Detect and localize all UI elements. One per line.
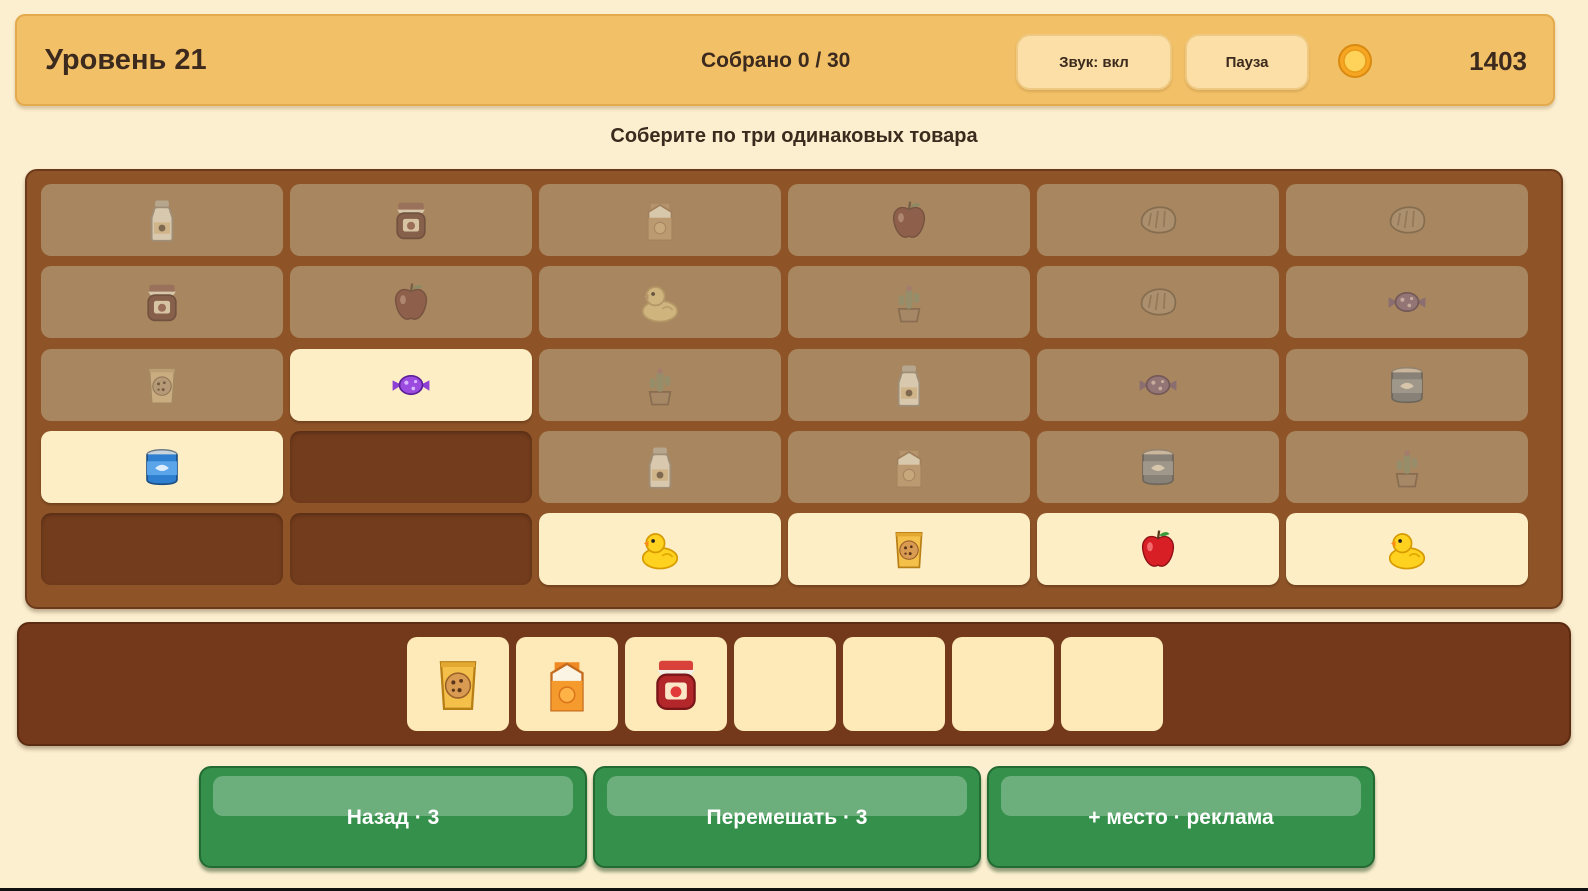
board-tile-jam-jar — [290, 184, 532, 256]
sound-toggle-button[interactable]: Звук: вкл — [1016, 34, 1172, 90]
board-tile-bread — [1037, 266, 1279, 338]
coin-icon — [1338, 44, 1372, 78]
board-tile-juice-carton — [788, 431, 1030, 503]
shuffle-button[interactable]: Перемешать · 3 — [593, 766, 981, 868]
apple-icon — [886, 197, 932, 243]
board-tile-bread — [1037, 184, 1279, 256]
board-tile-cactus-pot — [1286, 431, 1528, 503]
tray-slot-empty — [843, 637, 945, 731]
board-tile-apple[interactable] — [1037, 513, 1279, 585]
board-tile-milk-bottle — [41, 184, 283, 256]
top-bar: Уровень 21 Собрано 0 / 30 Звук: вкл Пауз… — [15, 14, 1555, 106]
cactus-pot-icon — [637, 362, 683, 408]
board-tile-apple — [788, 184, 1030, 256]
extra-slot-button[interactable]: + место · реклама — [987, 766, 1375, 868]
game-board — [25, 169, 1563, 609]
tray-slot-juice-carton — [516, 637, 618, 731]
candy-icon — [1384, 279, 1430, 325]
milk-bottle-icon — [139, 197, 185, 243]
board-tile-cactus-pot — [788, 266, 1030, 338]
milk-bottle-icon — [886, 362, 932, 408]
board-tile-rubber-duck[interactable] — [1286, 513, 1528, 585]
bread-icon — [1135, 197, 1181, 243]
juice-carton-icon — [637, 197, 683, 243]
board-tile-bread — [1286, 184, 1528, 256]
undo-button-label: Назад · 3 — [346, 806, 440, 829]
juice-carton-icon — [886, 444, 932, 490]
board-tile-milk-bottle — [539, 431, 781, 503]
bread-icon — [1135, 279, 1181, 325]
rubber-duck-icon — [1384, 526, 1430, 572]
collected-counter: Собрано 0 / 30 — [701, 49, 851, 72]
board-cell-empty — [290, 513, 532, 585]
cookie-bag-icon — [427, 648, 489, 720]
undo-button[interactable]: Назад · 3 — [199, 766, 587, 868]
hint-text: Соберите по три одинаковых товара — [610, 125, 978, 147]
pause-button[interactable]: Пауза — [1185, 34, 1309, 90]
board-tile-jam-jar — [41, 266, 283, 338]
board-tile-juice-carton — [539, 184, 781, 256]
board-tile-milk-bottle — [788, 349, 1030, 421]
cookie-bag-icon — [886, 526, 932, 572]
board-tile-rubber-duck — [539, 266, 781, 338]
board-tile-tin-can — [1286, 349, 1528, 421]
cactus-pot-icon — [886, 279, 932, 325]
rubber-duck-icon — [637, 279, 683, 325]
cookie-bag-icon — [139, 362, 185, 408]
juice-carton-icon — [536, 648, 598, 720]
tin-can-icon — [1384, 362, 1430, 408]
board-tile-cookie-bag[interactable] — [788, 513, 1030, 585]
board-cell-empty — [41, 513, 283, 585]
collection-tray — [17, 622, 1571, 746]
tin-can-icon — [1135, 444, 1181, 490]
tray-slot-jam-jar — [625, 637, 727, 731]
board-tile-candy — [1037, 349, 1279, 421]
coin-count: 1403 — [1469, 46, 1527, 76]
candy-icon — [1135, 362, 1181, 408]
board-tile-apple — [290, 266, 532, 338]
extra-slot-button-label: + место · реклама — [1088, 806, 1274, 829]
tray-slot-empty — [1061, 637, 1163, 731]
tray-slot-cookie-bag — [407, 637, 509, 731]
board-tile-tin-can — [1037, 431, 1279, 503]
board-tile-candy — [1286, 266, 1528, 338]
board-tile-rubber-duck[interactable] — [539, 513, 781, 585]
apple-icon — [1135, 526, 1181, 572]
level-title: Уровень 21 — [45, 44, 207, 76]
rubber-duck-icon — [637, 526, 683, 572]
shuffle-button-label: Перемешать · 3 — [706, 806, 868, 829]
milk-bottle-icon — [637, 444, 683, 490]
bread-icon — [1384, 197, 1430, 243]
board-tile-cactus-pot — [539, 349, 781, 421]
tray-slot-empty — [952, 637, 1054, 731]
tin-can-icon — [139, 444, 185, 490]
board-tile-cookie-bag — [41, 349, 283, 421]
apple-icon — [388, 279, 434, 325]
board-tile-tin-can[interactable] — [41, 431, 283, 503]
board-cell-empty — [290, 431, 532, 503]
candy-icon — [388, 362, 434, 408]
jam-jar-icon — [388, 197, 434, 243]
jam-jar-icon — [139, 279, 185, 325]
cactus-pot-icon — [1384, 444, 1430, 490]
board-tile-candy[interactable] — [290, 349, 532, 421]
tray-slot-empty — [734, 637, 836, 731]
jam-jar-icon — [645, 648, 707, 720]
